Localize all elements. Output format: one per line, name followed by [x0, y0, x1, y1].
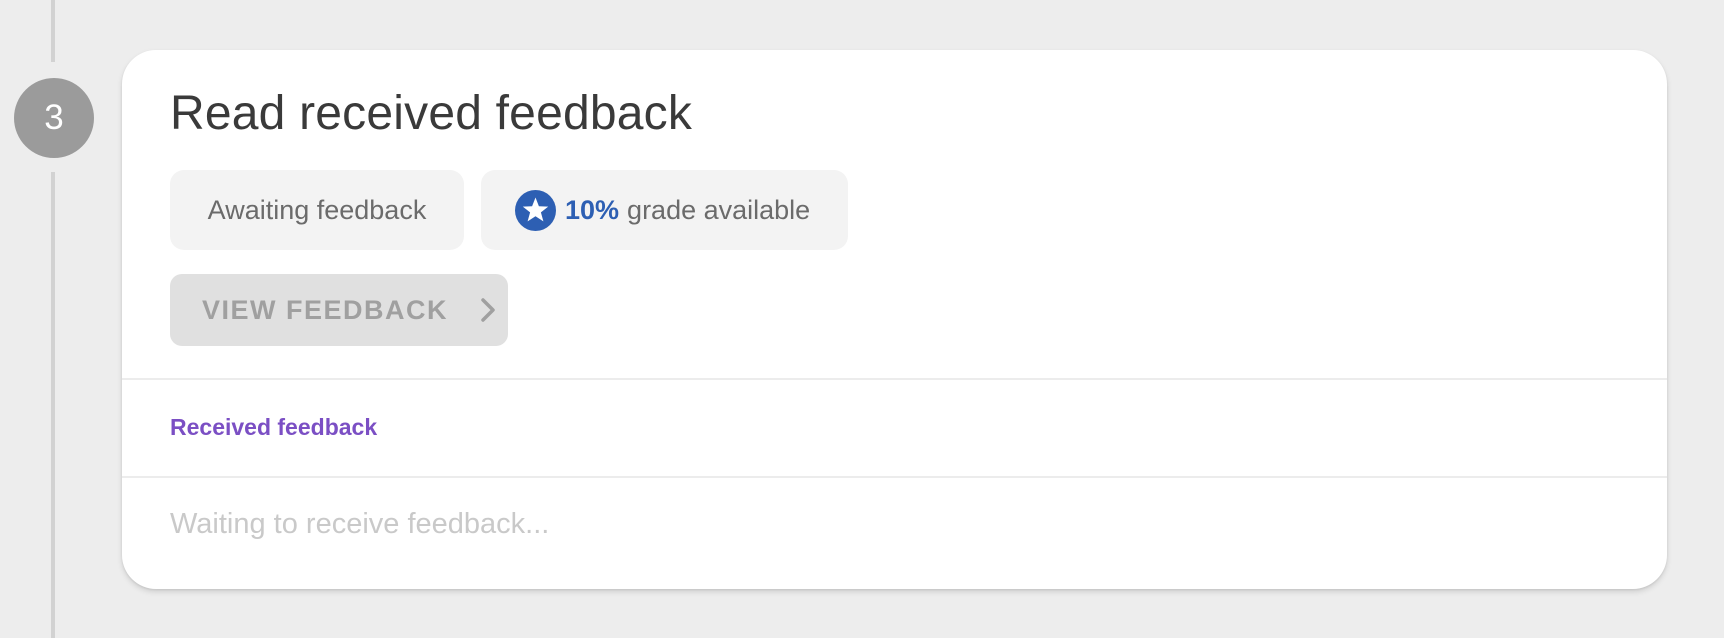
- star-icon: [515, 189, 556, 231]
- status-chip: Awaiting feedback: [170, 170, 464, 250]
- feedback-placeholder: Waiting to receive feedback...: [170, 508, 550, 540]
- divider: [122, 476, 1667, 478]
- chevron-right-icon: [478, 296, 498, 324]
- grade-chip-label: grade available: [627, 194, 811, 225]
- received-feedback-link[interactable]: Received feedback: [170, 414, 377, 441]
- timeline-line-bottom: [51, 172, 55, 638]
- grade-chip: 10% grade available: [481, 170, 848, 250]
- grade-percent: 10%: [565, 194, 620, 225]
- view-feedback-button[interactable]: VIEW FEEDBACK: [170, 274, 508, 346]
- timeline-line-top: [51, 0, 55, 62]
- divider: [122, 378, 1667, 380]
- card-title: Read received feedback: [170, 87, 693, 140]
- feedback-step-card: Read received feedback Awaiting feedback…: [122, 50, 1667, 589]
- view-feedback-label: VIEW FEEDBACK: [202, 294, 449, 325]
- step-number: 3: [44, 98, 64, 137]
- step-number-badge: 3: [14, 78, 94, 158]
- status-chip-label: Awaiting feedback: [207, 194, 427, 225]
